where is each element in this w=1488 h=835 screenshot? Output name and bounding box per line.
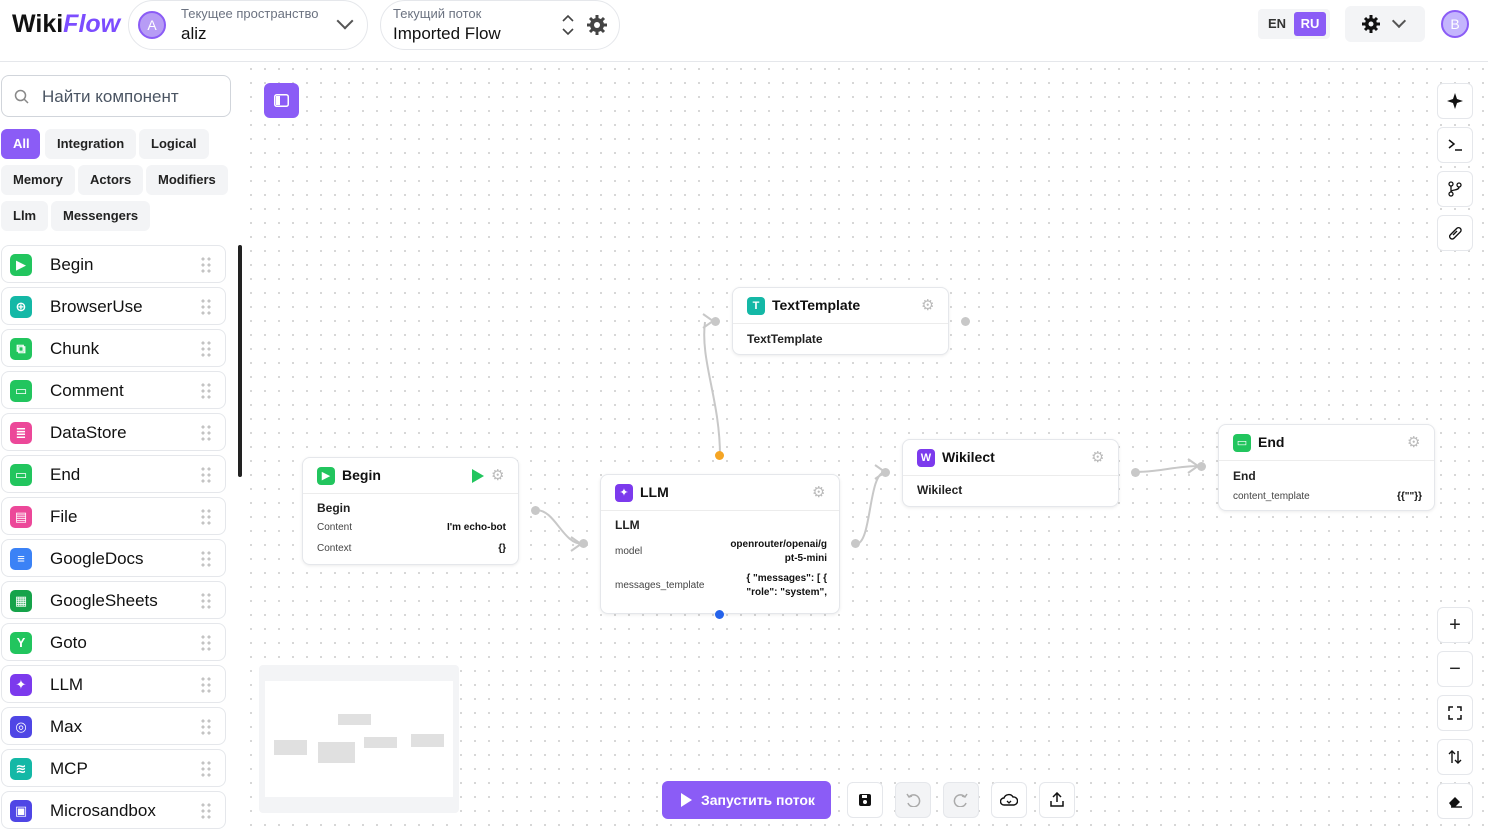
field-value-line: "role": "system",	[746, 587, 827, 598]
fit-view-icon	[1448, 706, 1462, 720]
zoom-in-button[interactable]: +	[1437, 607, 1473, 643]
node-header: T TextTemplate ⚙	[733, 288, 948, 324]
node-subtitle: TextTemplate	[747, 332, 823, 346]
node-title: LLM	[640, 484, 669, 500]
minimap-node	[338, 714, 371, 725]
tool-handle-top[interactable]	[715, 451, 724, 460]
field-key: messages_template	[615, 580, 705, 591]
sort-icon	[1448, 750, 1462, 764]
link-icon	[1448, 226, 1462, 240]
node-begin[interactable]: ▶ Begin ⚙ Begin Content I'm echo-bot Con…	[302, 457, 519, 565]
node-wikilect[interactable]: W Wikilect ⚙ Wikilect	[902, 439, 1119, 507]
fit-view-button[interactable]	[1437, 695, 1473, 731]
node-end[interactable]: ▭ End ⚙ End content_template {{""}}	[1218, 424, 1435, 511]
node-input-handle[interactable]	[711, 317, 720, 326]
zoom-out-icon: −	[1449, 658, 1461, 680]
ai-assistant-button[interactable]	[1437, 83, 1473, 119]
field-value-line: pt-5-mini	[784, 553, 827, 564]
cloud-icon	[999, 793, 1019, 806]
edge-begin-llm	[535, 509, 584, 545]
node-header: W Wikilect ⚙	[903, 440, 1118, 476]
undo-button[interactable]	[895, 782, 931, 818]
node-title: TextTemplate	[772, 297, 861, 313]
run-flow-label: Запустить поток	[701, 792, 815, 808]
eraser-button[interactable]	[1437, 783, 1473, 819]
save-icon	[859, 794, 871, 806]
field-value-line: openrouter/openai/g	[730, 539, 827, 550]
sort-button[interactable]	[1437, 739, 1473, 775]
field-key: Content	[317, 522, 353, 533]
edges-layer	[535, 313, 1201, 552]
node-subtitle: LLM	[615, 518, 640, 532]
git-branch-button[interactable]	[1437, 171, 1473, 207]
node-subtitle: Begin	[317, 501, 351, 515]
field-key: model	[615, 546, 643, 557]
cloud-sync-button[interactable]	[991, 782, 1027, 818]
minimap-node	[318, 742, 355, 763]
gear-icon[interactable]: ⚙	[1091, 450, 1106, 465]
node-title: Wikilect	[942, 449, 995, 465]
link-button[interactable]	[1437, 215, 1473, 251]
node-header: ▶ Begin ⚙	[303, 458, 518, 494]
field-value: I'm echo-bot	[446, 522, 506, 533]
zoom-out-button[interactable]: −	[1437, 651, 1473, 687]
end-icon: ▭	[1233, 434, 1251, 452]
field-value: {{""}}	[1396, 491, 1422, 502]
node-llm[interactable]: ✦ LLM ⚙ LLM model openrouter/openai/g pt…	[600, 474, 840, 614]
app-root: WikiFlow A Текущее пространство aliz Тек…	[0, 0, 1488, 835]
redo-button[interactable]	[943, 782, 979, 818]
field-value-line: { "messages": [ {	[746, 573, 827, 584]
edge-llm-wikilect	[855, 471, 886, 545]
text-template-icon: T	[747, 297, 765, 315]
edge-llm-texttemplate	[703, 321, 721, 457]
run-flow-button[interactable]: Запустить поток	[662, 781, 831, 819]
minimap-node	[411, 734, 444, 747]
sparkle-icon	[1447, 93, 1463, 109]
node-output-handle[interactable]	[531, 506, 540, 515]
eraser-icon	[1449, 797, 1462, 808]
save-button[interactable]	[847, 782, 883, 818]
field-key: Context	[317, 543, 352, 554]
upload-icon	[1050, 791, 1064, 807]
redo-icon	[953, 793, 968, 808]
field-value: {}	[498, 543, 506, 554]
field-key: content_template	[1233, 491, 1310, 502]
gear-icon[interactable]: ⚙	[491, 468, 506, 483]
export-button[interactable]	[1039, 782, 1075, 818]
play-icon: ▶	[317, 467, 335, 485]
node-output-handle[interactable]	[1131, 468, 1140, 477]
gear-icon[interactable]: ⚙	[812, 485, 827, 500]
node-header: ✦ LLM ⚙	[601, 475, 839, 511]
minimap-viewport	[265, 681, 453, 797]
terminal-icon	[1448, 139, 1462, 151]
node-subtitle: Wikilect	[917, 483, 963, 497]
git-branch-icon	[1448, 181, 1462, 197]
gear-icon[interactable]: ⚙	[1407, 435, 1422, 450]
node-output-handle[interactable]	[961, 317, 970, 326]
zoom-in-icon: +	[1449, 614, 1461, 636]
node-input-handle[interactable]	[1197, 462, 1206, 471]
run-node-icon[interactable]	[472, 469, 484, 483]
terminal-button[interactable]	[1437, 127, 1473, 163]
node-texttemplate[interactable]: T TextTemplate ⚙ TextTemplate	[732, 287, 949, 355]
minimap[interactable]	[259, 665, 459, 813]
play-icon	[681, 793, 692, 807]
minimap-node	[364, 737, 397, 748]
node-output-handle[interactable]	[851, 539, 860, 548]
wikilect-icon: W	[917, 449, 935, 467]
node-input-handle[interactable]	[881, 468, 890, 477]
node-subtitle: End	[1233, 469, 1256, 483]
minimap-node	[274, 740, 307, 755]
undo-icon	[906, 793, 921, 808]
node-title: Begin	[342, 467, 381, 483]
node-input-handle[interactable]	[579, 539, 588, 548]
node-header: ▭ End ⚙	[1219, 425, 1434, 461]
node-title: End	[1258, 434, 1285, 450]
tool-handle-bottom[interactable]	[715, 610, 724, 619]
gear-icon[interactable]: ⚙	[921, 298, 936, 313]
sparkle-icon: ✦	[615, 484, 633, 502]
